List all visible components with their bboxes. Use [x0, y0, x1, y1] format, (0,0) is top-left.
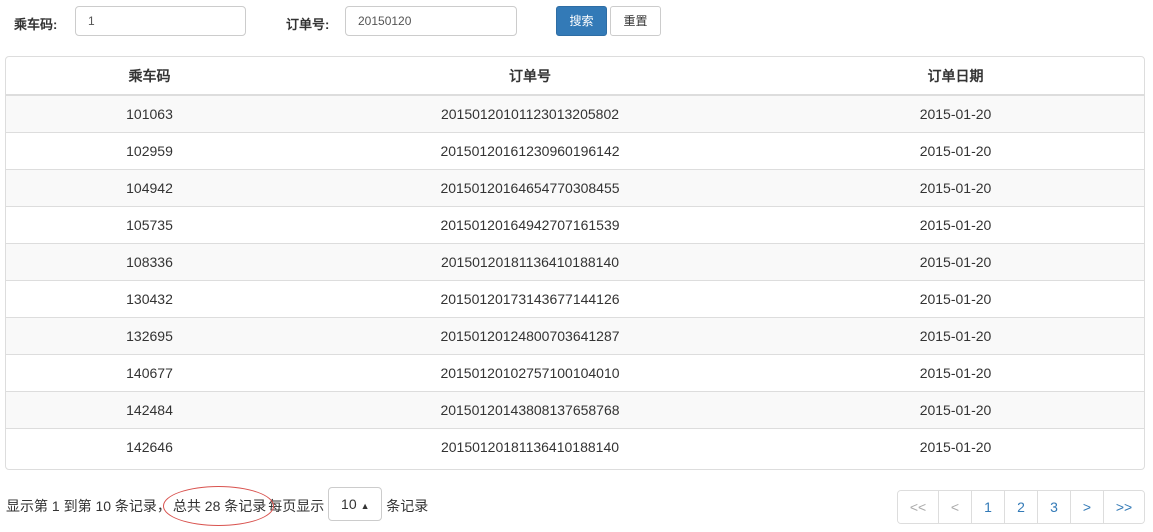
code-label: 乘车码: [14, 17, 58, 32]
header-order[interactable]: 订单号 [293, 57, 767, 96]
pagination-info: 显示第 1 到第 10 条记录， 总共 28 条记录 每页显示 10 ▲ 条记录 [6, 486, 429, 526]
results-table-panel: 乘车码 订单号 订单日期 101063 20150120101123013205… [5, 56, 1145, 470]
table-row[interactable]: 102959 20150120161230960196142 2015-01-2… [6, 132, 1144, 170]
cell-order: 20150120101123013205802 [440, 106, 620, 122]
per-page-suffix: 条记录 [386, 498, 429, 514]
cell-code: 102959 [6, 132, 293, 170]
cell-code: 130432 [6, 280, 293, 318]
cell-date: 2015-01-20 [767, 354, 1144, 392]
cell-date: 2015-01-20 [767, 391, 1144, 429]
cell-order: 20150120164942707161539 [293, 206, 767, 244]
table-row[interactable]: 140677 20150120102757100104010 2015-01-2… [6, 354, 1144, 392]
cell-code: 142646 [6, 428, 293, 465]
page-size-value: 10 [341, 496, 357, 512]
cell-code: 101063 [126, 106, 173, 122]
cell-date: 2015-01-20 [767, 428, 1144, 465]
cell-order: 20150120164654770308455 [293, 169, 767, 207]
code-input[interactable] [75, 6, 246, 36]
cell-date: 2015-01-20 [767, 243, 1144, 281]
header-code[interactable]: 乘车码 [6, 57, 293, 96]
table-header-row: 乘车码 订单号 订单日期 [6, 57, 1144, 96]
reset-button[interactable]: 重置 [610, 6, 661, 36]
table-row[interactable]: 142646 20150120181136410188140 2015-01-2… [6, 428, 1144, 465]
cell-date: 2015-01-20 [767, 317, 1144, 355]
showing-range-text: 显示第 1 到第 10 条记录， [6, 498, 171, 514]
page-size-dropdown[interactable]: 10 ▲ [328, 487, 383, 521]
per-page-prefix: 每页显示 [268, 498, 325, 514]
cell-code: 132695 [6, 317, 293, 355]
cell-code: 142484 [6, 391, 293, 429]
cell-date: 2015-01-20 [767, 132, 1144, 170]
cell-order: 20150120181136410188140 [293, 428, 767, 465]
cell-code: 105735 [6, 206, 293, 244]
cell-order: 20150120143808137658768 [293, 391, 767, 429]
page-1-button[interactable]: 1 [971, 491, 1004, 523]
cell-date: 2015-01-20 [767, 169, 1144, 207]
order-label: 订单号: [286, 17, 330, 32]
pagination: << < 1 2 3 > >> [897, 490, 1145, 524]
cell-date: 2015-01-20 [767, 280, 1144, 318]
results-table: 乘车码 订单号 订单日期 101063 20150120101123013205… [6, 57, 1144, 465]
table-row[interactable]: 104942 20150120164654770308455 2015-01-2… [6, 169, 1144, 207]
table-row[interactable]: 130432 20150120173143677144126 2015-01-2… [6, 280, 1144, 318]
caret-up-icon: ▲ [360, 501, 370, 511]
cell-order: 20150120161230960196142 [293, 132, 767, 170]
total-records-text: 总共 28 条记录 [162, 486, 275, 526]
page-3-button[interactable]: 3 [1037, 491, 1070, 523]
order-input[interactable] [345, 6, 517, 36]
table-row[interactable]: 132695 20150120124800703641287 2015-01-2… [6, 317, 1144, 355]
cell-code: 104942 [6, 169, 293, 207]
header-date[interactable]: 订单日期 [767, 57, 1144, 96]
cell-order: 20150120124800703641287 [293, 317, 767, 355]
last-page-button[interactable]: >> [1103, 491, 1144, 523]
table-row[interactable]: 108336 20150120181136410188140 2015-01-2… [6, 243, 1144, 281]
search-bar: 乘车码: 订单号: 搜索 重置 [0, 0, 1153, 50]
cell-code: 108336 [6, 243, 293, 281]
cell-order: 20150120102757100104010 [293, 354, 767, 392]
table-row[interactable]: 101063 20150120101123013205802 2015-01-2… [6, 95, 1144, 133]
cell-code: 140677 [6, 354, 293, 392]
cell-date: 2015-01-20 [919, 106, 992, 122]
first-page-button[interactable]: << [898, 491, 938, 523]
cell-date: 2015-01-20 [767, 206, 1144, 244]
table-row[interactable]: 105735 20150120164942707161539 2015-01-2… [6, 206, 1144, 244]
next-page-button[interactable]: > [1070, 491, 1103, 523]
cell-order: 20150120181136410188140 [293, 243, 767, 281]
prev-page-button[interactable]: < [938, 491, 971, 523]
table-row[interactable]: 142484 20150120143808137658768 2015-01-2… [6, 391, 1144, 429]
cell-order: 20150120173143677144126 [293, 280, 767, 318]
search-button[interactable]: 搜索 [556, 6, 607, 36]
page-2-button[interactable]: 2 [1004, 491, 1037, 523]
